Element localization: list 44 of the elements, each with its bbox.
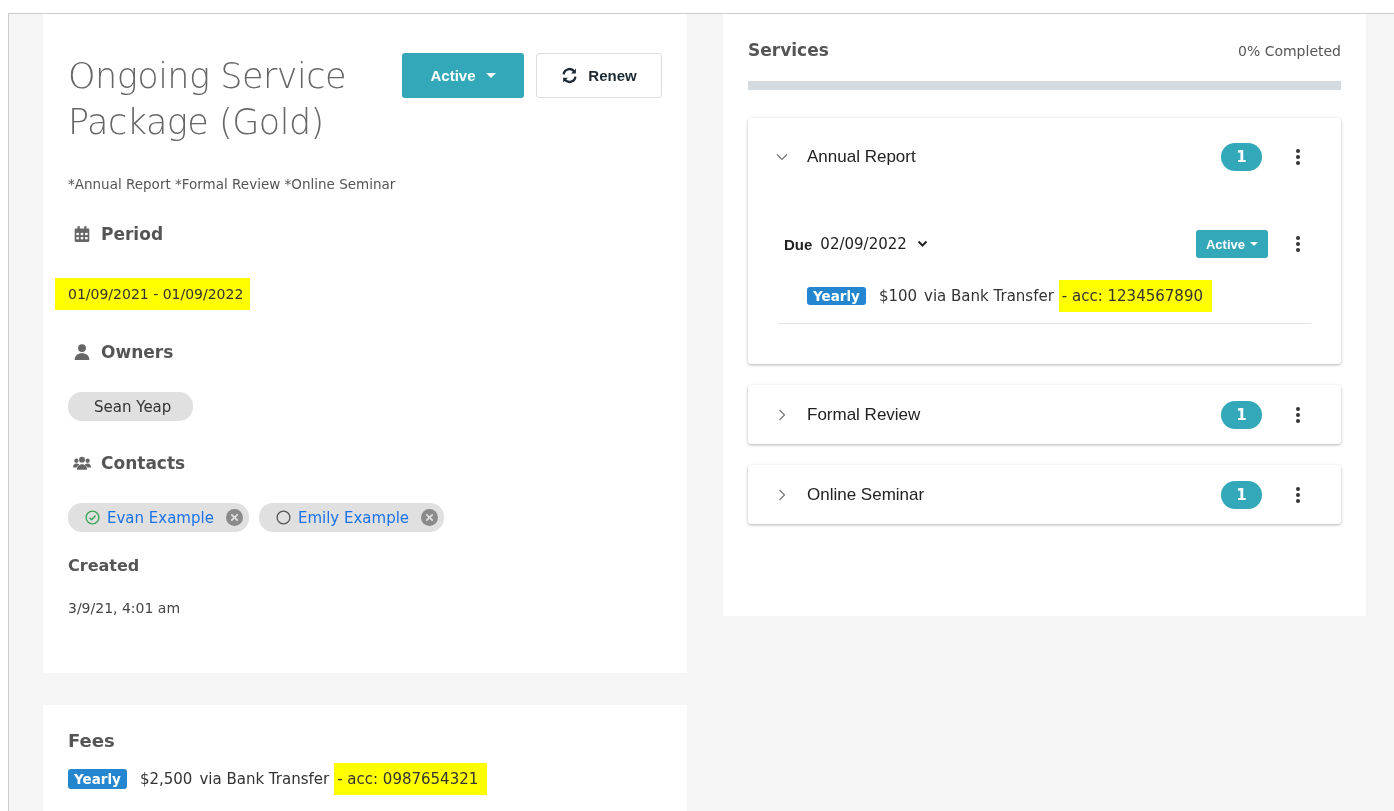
more-options-icon[interactable] bbox=[1296, 486, 1300, 503]
caret-icon bbox=[1250, 242, 1258, 246]
service-name[interactable]: Online Seminar bbox=[807, 484, 1221, 505]
caret-icon bbox=[485, 73, 496, 78]
account-number: - acc: 1234567890 bbox=[1058, 280, 1212, 312]
section-heading: Contacts bbox=[101, 453, 186, 473]
due-date: 02/09/2022 bbox=[820, 235, 907, 253]
refresh-icon bbox=[561, 67, 579, 84]
remove-icon[interactable] bbox=[421, 509, 439, 526]
payment-method: via Bank Transfer bbox=[199, 770, 330, 788]
calendar-icon bbox=[73, 225, 91, 243]
section-heading: Created bbox=[68, 556, 140, 575]
period-dates: 01/09/2021 - 01/09/2022 bbox=[55, 278, 251, 310]
service-name[interactable]: Formal Review bbox=[807, 404, 1221, 425]
owner-chip[interactable]: Sean Yeap bbox=[68, 392, 194, 421]
created-date: 3/9/21, 4:01 am bbox=[68, 600, 182, 616]
package-title: Ongoing Service Package (Gold) bbox=[68, 55, 348, 144]
section-heading: Fees bbox=[68, 730, 116, 751]
more-options-icon[interactable] bbox=[1296, 236, 1300, 252]
remove-icon[interactable] bbox=[225, 509, 243, 526]
completion-text: 0% Completed bbox=[1237, 43, 1341, 59]
renew-button[interactable]: Renew bbox=[536, 53, 662, 98]
count-badge: 1 bbox=[1221, 400, 1262, 429]
payment-method: via Bank Transfer bbox=[924, 287, 1054, 305]
frequency-tag: Yearly bbox=[807, 287, 866, 305]
frequency-tag: Yearly bbox=[68, 769, 127, 789]
fee-amount: $2,500 bbox=[139, 770, 193, 788]
people-icon bbox=[73, 454, 91, 472]
more-options-icon[interactable] bbox=[1296, 406, 1300, 423]
count-badge: 1 bbox=[1221, 143, 1262, 171]
service-summary: *Annual Report *Formal Review *Online Seminar bbox=[68, 176, 397, 192]
service-name[interactable]: Annual Report bbox=[807, 147, 1221, 167]
section-heading: Period bbox=[101, 224, 164, 244]
person-icon bbox=[73, 343, 91, 361]
chevron-right-icon[interactable] bbox=[776, 408, 788, 421]
account-number: - acc: 0987654321 bbox=[334, 763, 488, 795]
count-badge: 1 bbox=[1221, 480, 1262, 509]
section-heading: Services bbox=[748, 40, 829, 60]
due-label: Due bbox=[784, 235, 813, 253]
chevron-right-icon[interactable] bbox=[776, 488, 788, 501]
fee-amount: $100 bbox=[878, 287, 918, 305]
chevron-down-icon[interactable] bbox=[916, 240, 928, 248]
section-heading: Owners bbox=[101, 342, 174, 362]
more-options-icon[interactable] bbox=[1296, 149, 1300, 165]
